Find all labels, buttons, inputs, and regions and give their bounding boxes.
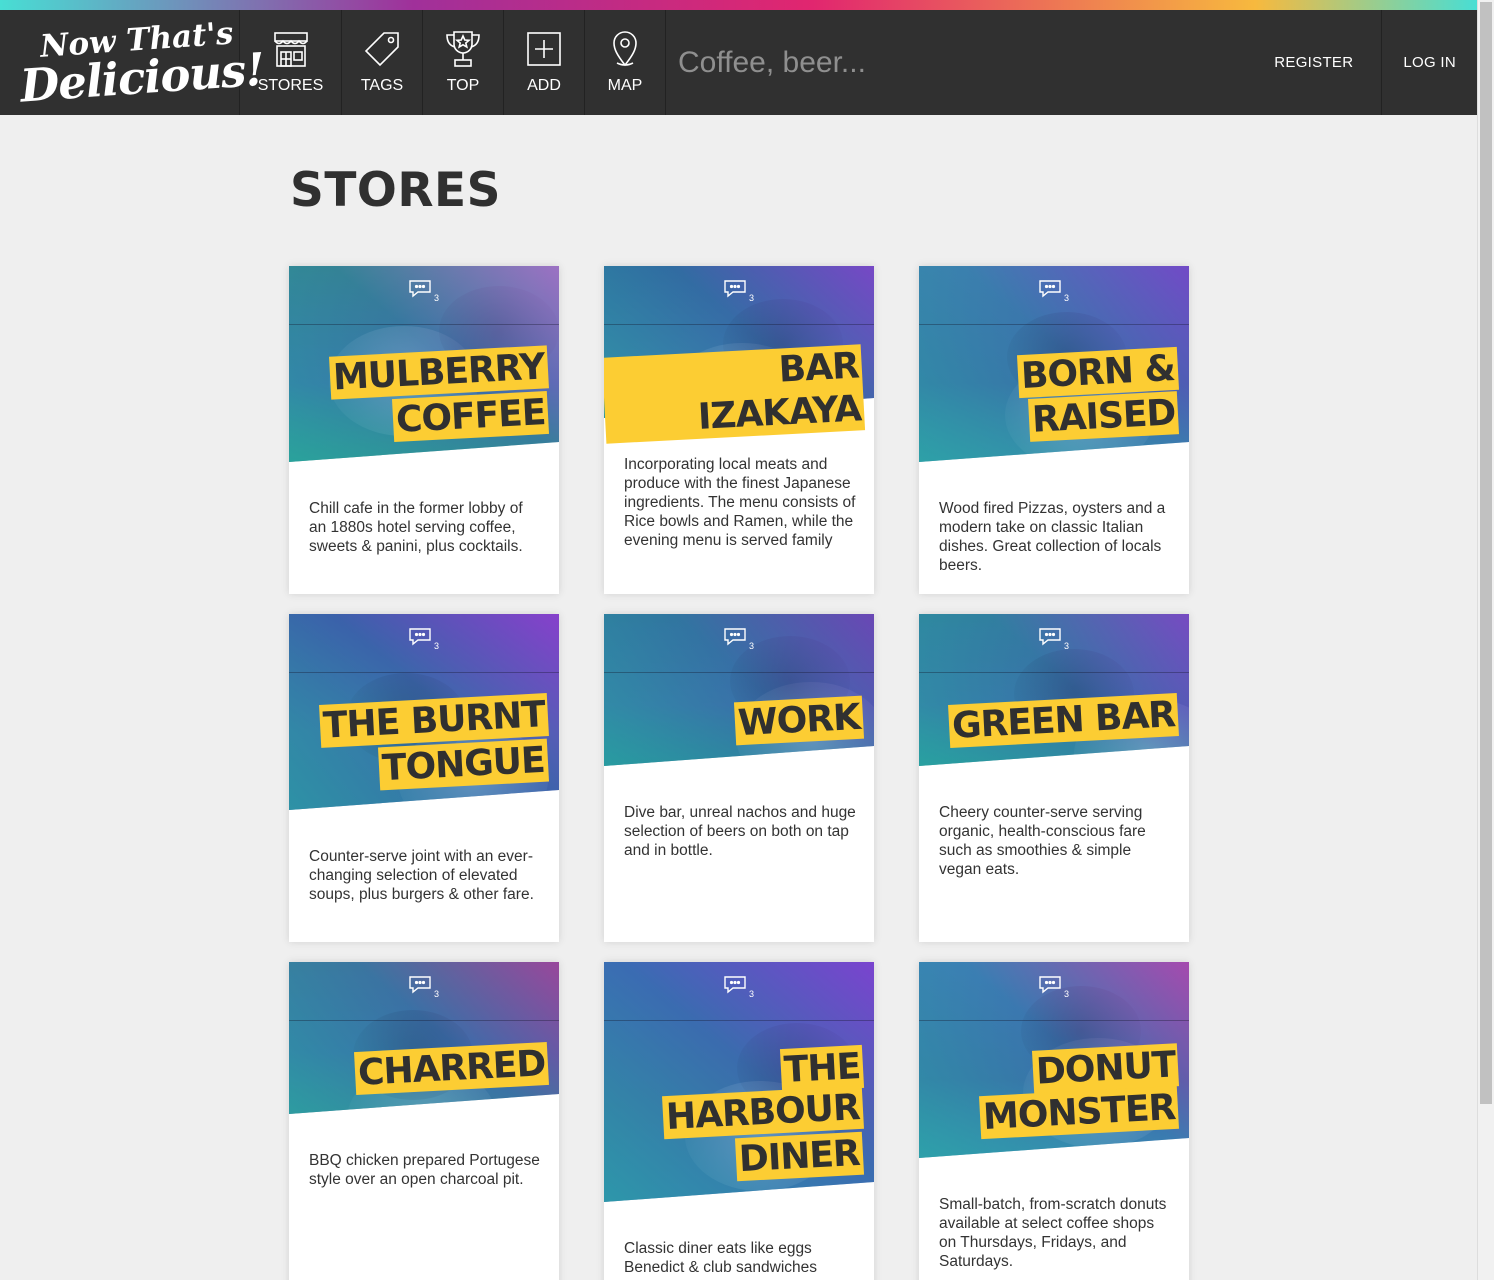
comment-count[interactable]: 3 xyxy=(408,975,448,999)
search-bar xyxy=(666,10,1253,115)
store-title-line: RAISED xyxy=(1027,391,1180,442)
store-title-line: THE xyxy=(779,1044,865,1093)
comment-count[interactable]: 3 xyxy=(1038,279,1078,303)
comment-count-value: 3 xyxy=(434,989,440,999)
store-title[interactable]: BAR IZAKAYA xyxy=(604,344,866,444)
store-title-line: BORN & xyxy=(1017,346,1180,399)
store-description: Incorporating local meats and produce wi… xyxy=(624,456,856,549)
comment-icon xyxy=(409,280,431,298)
store-description: Counter-serve joint with an ever-changin… xyxy=(309,848,534,903)
rainbow-bar xyxy=(0,0,1477,10)
login-link[interactable]: LOG IN xyxy=(1381,10,1477,115)
comment-count-value: 3 xyxy=(1064,293,1070,303)
store-description: Dive bar, unreal nachos and huge selecti… xyxy=(624,804,856,859)
tag-icon xyxy=(364,32,399,67)
nav-add[interactable]: ADD xyxy=(504,10,585,115)
comment-icon xyxy=(409,628,431,646)
comment-icon xyxy=(724,628,746,646)
comment-count-value: 3 xyxy=(749,989,755,999)
nav-map[interactable]: MAP xyxy=(585,10,666,115)
register-link[interactable]: REGISTER xyxy=(1253,10,1381,115)
store-description: Small-batch, from-scratch donuts availab… xyxy=(939,1196,1167,1270)
comment-count-value: 3 xyxy=(434,293,440,303)
comment-icon xyxy=(1039,280,1061,298)
nav-tags-label: TAGS xyxy=(360,77,404,94)
store-card[interactable]: 3 GREEN BAR Cheery counter-serve serving… xyxy=(919,614,1189,942)
scrollbar-thumb[interactable] xyxy=(1480,2,1492,1104)
logo[interactable]: Now That's Delicious! xyxy=(0,10,266,115)
store-card[interactable]: 3 MULBERRY COFFEE Chill cafe in the forme… xyxy=(289,266,559,594)
store-description: Classic diner eats like eggs Benedict & … xyxy=(624,1240,818,1276)
comment-count[interactable]: 3 xyxy=(408,279,448,303)
store-card[interactable]: 3 WORK Dive bar, unreal nachos and huge … xyxy=(604,614,874,942)
store-title-line: GREEN BAR xyxy=(947,693,1179,748)
store-card[interactable]: 3 BAR IZAKAYA Incorporating local meats … xyxy=(604,266,874,594)
store-title-line: DINER xyxy=(735,1131,865,1182)
store-title-line: COFFEE xyxy=(391,390,550,443)
store-title[interactable]: BORN & RAISED xyxy=(1017,346,1180,442)
comment-count-value: 3 xyxy=(1064,641,1070,651)
comment-icon xyxy=(724,280,746,298)
comment-count-value: 3 xyxy=(749,293,755,303)
store-card[interactable]: 3 DONUT MONSTER Small-batch, from-scratch… xyxy=(919,962,1189,1280)
search-input[interactable] xyxy=(678,45,1238,80)
comment-icon xyxy=(724,976,746,994)
comment-icon xyxy=(1039,628,1061,646)
scrollbar[interactable] xyxy=(1477,0,1494,1280)
nav-stores-label: STORES xyxy=(257,77,324,94)
store-title[interactable]: CHARRED xyxy=(353,1041,549,1096)
store-title-line: MONSTER xyxy=(978,1085,1179,1140)
store-description: Chill cafe in the former lobby of an 188… xyxy=(309,500,523,555)
store-title-line: CHARRED xyxy=(353,1041,549,1096)
store-title-line: MULBERRY xyxy=(329,345,549,400)
store-title[interactable]: THE BURNT TONGUE xyxy=(319,693,550,791)
nav-add-label: ADD xyxy=(527,77,561,94)
store-title-line: WORK xyxy=(734,695,865,746)
store-card[interactable]: 3 THE BURNT TONGUE Counter-serve joint wi… xyxy=(289,614,559,942)
comment-count[interactable]: 3 xyxy=(723,975,763,999)
store-description: BBQ chicken prepared Portugese style ove… xyxy=(309,1152,540,1188)
comment-count[interactable]: 3 xyxy=(1038,627,1078,651)
nav-top[interactable]: TOP xyxy=(423,10,504,115)
comment-icon xyxy=(1039,976,1061,994)
comment-count[interactable]: 3 xyxy=(1038,975,1078,999)
logo-line-2: Delicious! xyxy=(18,42,266,113)
top-nav: Now That's Delicious! STORES TAGS TOP AD… xyxy=(0,10,1477,115)
nav-account: REGISTER LOG IN xyxy=(1253,10,1477,115)
trophy-icon xyxy=(446,31,480,67)
store-title-line: HARBOUR xyxy=(662,1085,864,1140)
store-description: Cheery counter-serve serving organic, he… xyxy=(939,804,1146,878)
store-card[interactable]: 3 CHARRED BBQ chicken prepared Portugese… xyxy=(289,962,559,1280)
store-card[interactable]: 3 THE HARBOUR DINER Classic diner eats lik… xyxy=(604,962,874,1280)
store-title-line: TONGUE xyxy=(378,738,550,791)
comment-count[interactable]: 3 xyxy=(723,279,763,303)
store-title[interactable]: GREEN BAR xyxy=(947,693,1179,748)
map-pin-icon xyxy=(613,31,637,67)
store-title[interactable]: DONUT MONSTER xyxy=(978,1043,1180,1140)
add-icon xyxy=(527,32,561,66)
nav-map-label: MAP xyxy=(607,77,643,94)
store-title[interactable]: THE HARBOUR DINER xyxy=(662,1044,865,1182)
store-title-line: BAR IZAKAYA xyxy=(604,344,866,444)
nav-tags[interactable]: TAGS xyxy=(342,10,423,115)
store-title[interactable]: MULBERRY COFFEE xyxy=(329,345,550,443)
store-title[interactable]: WORK xyxy=(734,695,865,746)
nav-top-label: TOP xyxy=(446,77,480,94)
page-title: STORES xyxy=(290,163,502,218)
store-icon xyxy=(273,32,308,67)
comment-count-value: 3 xyxy=(1064,989,1070,999)
comment-count[interactable]: 3 xyxy=(408,627,448,651)
store-card[interactable]: 3 BORN & RAISED Wood fired Pizzas, oyster… xyxy=(919,266,1189,594)
comment-count-value: 3 xyxy=(434,641,440,651)
comment-icon xyxy=(409,976,431,994)
store-description: Wood fired Pizzas, oysters and a modern … xyxy=(939,500,1166,574)
comment-count-value: 3 xyxy=(749,641,755,651)
comment-count[interactable]: 3 xyxy=(723,627,763,651)
